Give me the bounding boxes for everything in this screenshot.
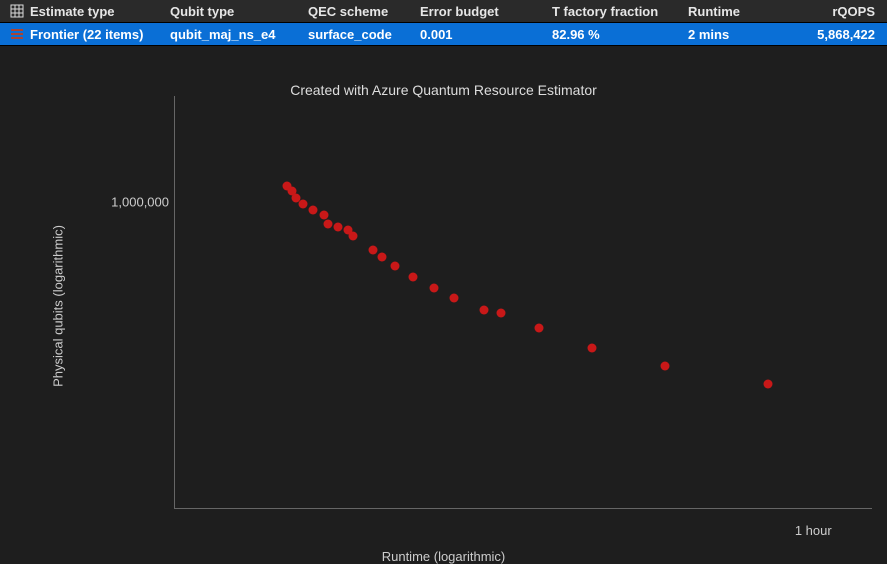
data-point[interactable] bbox=[369, 246, 378, 255]
results-table: Estimate type Qubit type QEC scheme Erro… bbox=[0, 0, 887, 46]
x-tick-label: 1 hour bbox=[795, 523, 832, 538]
col-header-rqops[interactable]: rQOPS bbox=[784, 4, 881, 19]
data-point[interactable] bbox=[660, 362, 669, 371]
data-point[interactable] bbox=[324, 219, 333, 228]
grid-icon[interactable] bbox=[4, 4, 30, 18]
x-axis-label: Runtime (logarithmic) bbox=[0, 549, 887, 564]
col-header-runtime[interactable]: Runtime bbox=[688, 4, 784, 19]
table-row[interactable]: Frontier (22 items) qubit_maj_ns_e4 surf… bbox=[0, 23, 887, 46]
cell-runtime: 2 mins bbox=[688, 27, 784, 42]
data-point[interactable] bbox=[450, 294, 459, 303]
col-header-t-factory[interactable]: T factory fraction bbox=[552, 4, 688, 19]
data-point[interactable] bbox=[309, 206, 318, 215]
cell-error-budget: 0.001 bbox=[420, 27, 552, 42]
cell-t-factory: 82.96 % bbox=[552, 27, 688, 42]
data-point[interactable] bbox=[588, 344, 597, 353]
cell-qec-scheme: surface_code bbox=[308, 27, 420, 42]
data-point[interactable] bbox=[480, 306, 489, 315]
chart-title: Created with Azure Quantum Resource Esti… bbox=[0, 82, 887, 98]
data-point[interactable] bbox=[349, 232, 358, 241]
cell-qubit-type: qubit_maj_ns_e4 bbox=[170, 27, 308, 42]
data-point[interactable] bbox=[378, 253, 387, 262]
cell-rqops: 5,868,422 bbox=[784, 27, 881, 42]
y-axis-label: Physical qubits (logarithmic) bbox=[51, 225, 66, 387]
col-header-qubit-type[interactable]: Qubit type bbox=[170, 4, 308, 19]
x-axis-line bbox=[174, 508, 872, 509]
chart-area: Created with Azure Quantum Resource Esti… bbox=[0, 46, 887, 564]
list-icon bbox=[4, 28, 30, 40]
data-point[interactable] bbox=[409, 273, 418, 282]
data-point[interactable] bbox=[333, 222, 342, 231]
data-point[interactable] bbox=[764, 380, 773, 389]
data-point[interactable] bbox=[299, 200, 308, 209]
table-header-row: Estimate type Qubit type QEC scheme Erro… bbox=[0, 0, 887, 23]
data-point[interactable] bbox=[535, 324, 544, 333]
data-point[interactable] bbox=[391, 262, 400, 271]
cell-estimate-type: Frontier (22 items) bbox=[30, 27, 170, 42]
data-point[interactable] bbox=[497, 308, 506, 317]
col-header-estimate-type[interactable]: Estimate type bbox=[30, 4, 170, 19]
scatter-plot[interactable] bbox=[175, 106, 865, 506]
data-point[interactable] bbox=[429, 284, 438, 293]
y-tick-label: 1,000,000 bbox=[89, 195, 169, 210]
col-header-error-budget[interactable]: Error budget bbox=[420, 4, 552, 19]
col-header-qec-scheme[interactable]: QEC scheme bbox=[308, 4, 420, 19]
